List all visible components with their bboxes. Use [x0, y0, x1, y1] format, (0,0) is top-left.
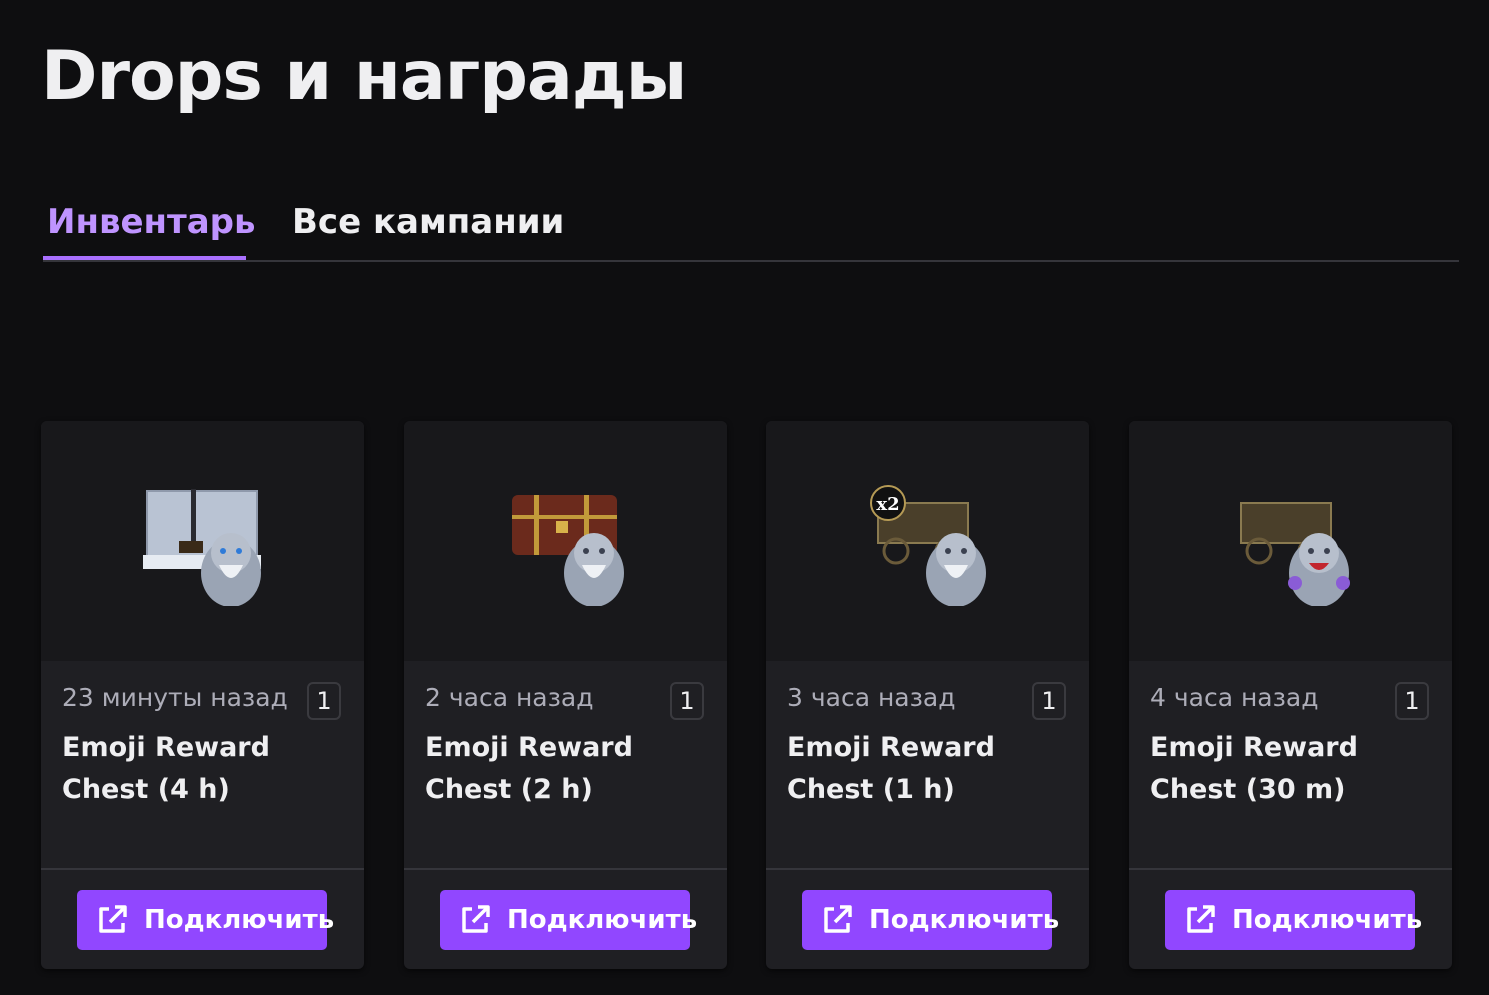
tab-inventory[interactable]: Инвентарь — [43, 196, 256, 260]
drop-time: 3 часа назад — [787, 683, 956, 712]
connect-button-label: Подключить — [507, 905, 698, 935]
connect-button[interactable]: Подключить — [1165, 890, 1422, 950]
divider — [766, 868, 1089, 870]
reward-image: x2 — [766, 421, 1089, 661]
connect-button-label: Подключить — [144, 905, 335, 935]
quantity-badge: 1 — [307, 682, 341, 720]
reward-card: 4 часа назад 1 Emoji Reward Chest (30 m)… — [1129, 421, 1452, 969]
external-link-icon — [462, 905, 490, 933]
reward-name: Emoji Reward Chest (30 m) — [1150, 732, 1358, 805]
drop-time: 4 часа назад — [1150, 683, 1319, 712]
x2-badge: x2 — [876, 494, 899, 515]
divider — [41, 868, 364, 870]
divider — [1129, 868, 1452, 870]
external-link-icon — [99, 905, 127, 933]
external-link-icon — [1187, 905, 1215, 933]
divider — [404, 868, 727, 870]
connect-button-label: Подключить — [869, 905, 1060, 935]
reward-card: x2 3 часа назад 1 Emoji Reward Chest (1 … — [766, 421, 1089, 969]
reward-card: 23 минуты назад 1 Emoji Reward Chest (4 … — [41, 421, 364, 969]
reward-image — [1129, 421, 1452, 661]
reward-name: Emoji Reward Chest (4 h) — [62, 732, 270, 805]
drop-time: 2 часа назад — [425, 683, 594, 712]
page-title: Drops и награды — [41, 37, 687, 116]
cart-x2-character-icon: x2 — [870, 485, 986, 606]
reward-image — [404, 421, 727, 661]
tab-all-campaigns[interactable]: Все кампании — [292, 196, 564, 258]
reward-name: Emoji Reward Chest (1 h) — [787, 732, 995, 805]
connect-button[interactable]: Подключить — [77, 890, 334, 950]
quantity-badge: 1 — [1032, 682, 1066, 720]
reward-card: 2 часа назад 1 Emoji Reward Chest (2 h) … — [404, 421, 727, 969]
connect-button-label: Подключить — [1232, 905, 1423, 935]
tab-bar: Инвентарь Все кампании — [43, 196, 1459, 262]
wooden-chest-character-icon — [512, 495, 624, 606]
connect-button[interactable]: Подключить — [440, 890, 697, 950]
reward-image — [41, 421, 364, 661]
ice-chest-character-icon — [143, 489, 261, 606]
reward-name: Emoji Reward Chest (2 h) — [425, 732, 633, 805]
quantity-badge: 1 — [1395, 682, 1429, 720]
connect-button[interactable]: Подключить — [802, 890, 1059, 950]
cart-character-icon — [1240, 502, 1350, 606]
external-link-icon — [824, 905, 852, 933]
drops-page: Drops и награды Инвентарь Все кампании 2… — [0, 0, 1489, 995]
drop-time: 23 минуты назад — [62, 683, 288, 712]
quantity-badge: 1 — [670, 682, 704, 720]
